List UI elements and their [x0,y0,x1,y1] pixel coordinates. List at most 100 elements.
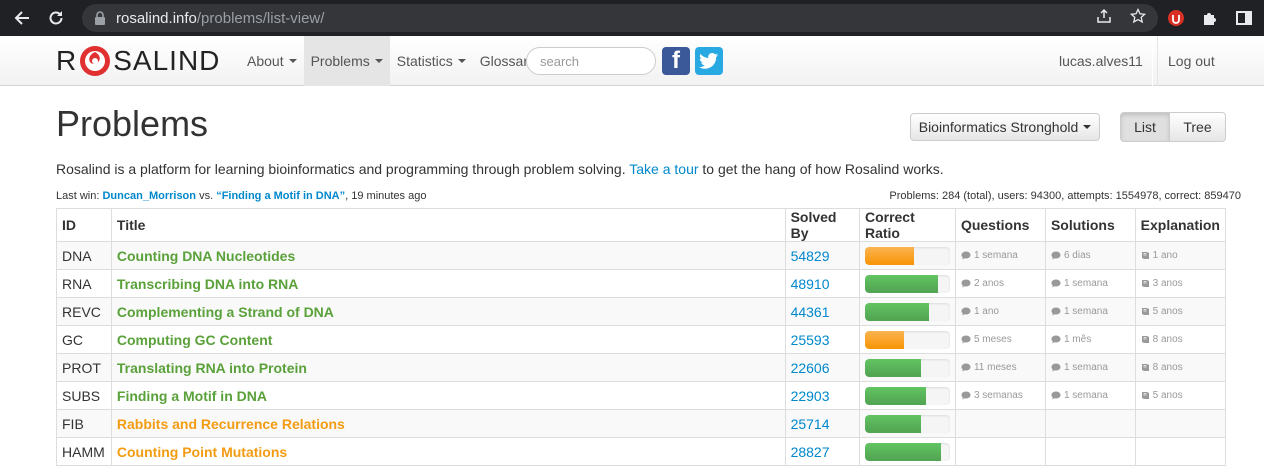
problem-title-link[interactable]: Finding a Motif in DNA [110,381,786,410]
col-solved-by[interactable]: Solved By [784,208,860,242]
questions-cell[interactable]: 5 meses [954,325,1046,354]
solutions-cell[interactable]: 1 semana [1044,269,1136,298]
book-icon [1141,307,1150,316]
problem-title-link[interactable]: Counting Point Mutations [110,437,786,466]
extensions-puzzle-icon[interactable] [1200,8,1220,28]
problem-id: REVC [56,297,112,326]
caret-down-icon [374,59,383,63]
nav-statistics[interactable]: Statistics [390,36,473,86]
comment-icon [961,363,971,372]
problem-title-link[interactable]: Computing GC Content [110,325,786,354]
nav-problems[interactable]: Problems [303,36,390,86]
correct-ratio-fill [864,302,929,321]
col-correct-ratio[interactable]: Correct Ratio [858,208,956,242]
comment-icon [1051,307,1061,316]
questions-cell[interactable]: 2 anos [954,269,1046,298]
share-icon[interactable] [1096,8,1112,28]
logout-link[interactable]: Log out [1152,36,1230,86]
correct-ratio-cell [858,269,956,298]
solved-by-link[interactable]: 54829 [784,241,860,270]
lock-icon [95,11,105,25]
solutions-cell [1044,409,1136,438]
side-panel-icon[interactable] [1234,8,1254,28]
solutions-cell[interactable]: 1 semana [1044,297,1136,326]
caret-down-icon [1083,125,1092,129]
problem-title-link[interactable]: Rabbits and Recurrence Relations [110,409,786,438]
correct-ratio-fill [864,442,942,461]
correct-ratio-bar [864,442,950,461]
list-view-button[interactable]: List [1120,112,1170,142]
url-path: /problems/list-view/ [196,9,325,27]
problem-title-link[interactable]: Translating RNA into Protein [110,353,786,382]
questions-cell[interactable]: 3 semanas [954,381,1046,410]
solved-by-link[interactable]: 44361 [784,297,860,326]
comment-icon [1051,279,1061,288]
extension-shield-icon[interactable] [1166,8,1186,28]
nav-about[interactable]: About [240,36,304,86]
user-menu[interactable]: lucas.alves11 [1045,36,1158,86]
rosalind-logo[interactable]: R SALIND [56,44,220,78]
table-row: GC Computing GC Content 25593 5 meses 1 mês 8… [56,325,1227,354]
tree-view-button[interactable]: Tree [1170,112,1226,142]
solved-by-link[interactable]: 48910 [784,269,860,298]
problem-title-link[interactable]: Complementing a Strand of DNA [110,297,786,326]
explanation-cell[interactable]: 5 anos [1134,381,1227,410]
questions-cell[interactable]: 11 meses [954,353,1046,382]
caret-down-icon [457,59,466,63]
correct-ratio-cell [858,325,956,354]
solutions-cell[interactable]: 1 semana [1044,353,1136,382]
page-title: Problems [56,103,209,144]
explanation-cell[interactable]: 1 ano [1134,241,1227,270]
table-row: REVC Complementing a Strand of DNA 44361 1 … [56,297,1227,326]
col-id[interactable]: ID [56,208,112,242]
main-menu: About Problems Statistics Glossary [240,36,542,86]
solved-by-link[interactable]: 22606 [784,353,860,382]
problems-table: ID Title Solved By Correct Ratio Questio… [56,208,1227,466]
problem-id: DNA [56,241,112,270]
explanation-cell[interactable]: 8 anos [1134,325,1227,354]
reload-icon[interactable] [44,6,68,30]
col-solutions: Solutions [1044,208,1136,242]
explanation-cell[interactable]: 5 anos [1134,297,1227,326]
solved-by-link[interactable]: 25593 [784,325,860,354]
site-navbar: R SALIND About Problems Statistics Gloss… [0,36,1264,86]
last-win-user-link[interactable]: Duncan_Morrison [102,190,196,202]
explanation-cell[interactable]: 8 anos [1134,353,1227,382]
solutions-cell[interactable]: 6 dias [1044,241,1136,270]
address-bar[interactable]: rosalind.info/problems/list-view/ [82,4,1158,32]
questions-cell[interactable]: 1 ano [954,297,1046,326]
back-arrow-icon[interactable] [10,6,34,30]
twitter-icon[interactable] [695,47,723,75]
search-input[interactable]: search [526,47,656,75]
take-tour-link[interactable]: Take a tour [629,161,698,177]
correct-ratio-bar [864,330,950,349]
last-win-problem-link[interactable]: “Finding a Motif in DNA” [216,190,345,202]
correct-ratio-bar [864,274,950,293]
explanation-cell [1134,437,1227,466]
facebook-icon[interactable]: f [662,47,690,75]
problem-title-link[interactable]: Transcribing DNA into RNA [110,269,786,298]
questions-cell[interactable]: 1 semana [954,241,1046,270]
solved-by-link[interactable]: 22903 [784,381,860,410]
correct-ratio-fill [864,246,915,265]
view-toggle: List Tree [1120,112,1226,142]
problem-title-link[interactable]: Counting DNA Nucleotides [110,241,786,270]
solved-by-link[interactable]: 28827 [784,437,860,466]
book-icon [1141,279,1150,288]
solved-by-link[interactable]: 25714 [784,409,860,438]
bookmark-star-icon[interactable] [1129,7,1147,28]
solutions-cell[interactable]: 1 semana [1044,381,1136,410]
correct-ratio-fill [864,330,905,349]
rosalind-rose-icon [80,46,111,76]
solutions-cell[interactable]: 1 mês [1044,325,1136,354]
explanation-cell[interactable]: 3 anos [1134,269,1227,298]
intro-text: Rosalind is a platform for learning bioi… [56,161,944,177]
correct-ratio-cell [858,437,956,466]
stronghold-dropdown[interactable]: Bioinformatics Stronghold [910,113,1100,141]
correct-ratio-cell [858,353,956,382]
correct-ratio-bar [864,246,950,265]
correct-ratio-fill [864,358,922,377]
correct-ratio-cell [858,297,956,326]
correct-ratio-cell [858,409,956,438]
col-title[interactable]: Title [110,208,786,242]
